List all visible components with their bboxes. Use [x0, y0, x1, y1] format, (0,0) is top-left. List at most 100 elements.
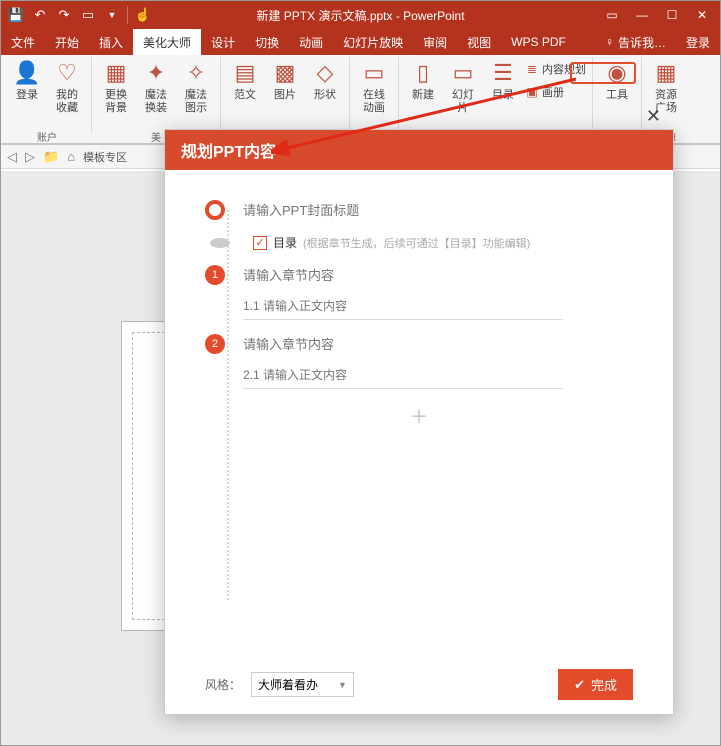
- login-button[interactable]: 👤 登录: [7, 57, 47, 104]
- style-label: 风格：: [205, 676, 241, 693]
- separator: [349, 57, 350, 132]
- background-icon: ▦: [102, 59, 130, 87]
- menu-bar: 文件 开始 插入 美化大师 设计 切换 动画 幻灯片放映 审阅 视图 WPS P…: [1, 29, 720, 55]
- shape-label: 形状: [314, 89, 336, 102]
- picture-icon: ▩: [271, 59, 299, 87]
- tab-home[interactable]: 开始: [45, 29, 89, 55]
- login-link[interactable]: 登录: [676, 29, 720, 55]
- quick-access-toolbar: 💾 ↶ ↷ ▭ ▼ ☝: [1, 6, 158, 24]
- section-2-row: 2: [205, 334, 633, 354]
- list-icon: ☰: [489, 59, 517, 87]
- cover-title-input[interactable]: [243, 203, 583, 218]
- album-button[interactable]: ▣画册: [525, 82, 586, 102]
- toc-note: (根据章节生成，后续可通过【目录】功能编辑): [303, 235, 530, 251]
- online-anim-button[interactable]: ▭在线 动画: [354, 57, 394, 117]
- new-label: 新建: [412, 89, 434, 102]
- slide-button[interactable]: ▭幻灯 片: [443, 57, 483, 117]
- sparkle-icon: ✧: [182, 59, 210, 87]
- section-1-input[interactable]: [243, 268, 583, 283]
- tell-me-label: 告诉我…: [618, 34, 666, 51]
- magic2-label: 魔法 图示: [185, 89, 207, 115]
- grid-icon: ▦: [652, 59, 680, 87]
- start-from-beginning-icon[interactable]: ▭: [79, 6, 97, 24]
- lightbulb-icon: ♀: [605, 35, 614, 49]
- separator: [220, 57, 221, 132]
- close-panel-button[interactable]: ✕: [642, 102, 665, 131]
- add-section-button[interactable]: ＋: [205, 403, 633, 429]
- section-2-sub-row: [205, 368, 633, 389]
- tab-review[interactable]: 审阅: [413, 29, 457, 55]
- picture-button[interactable]: ▩ 图片: [265, 57, 305, 104]
- tab-wpspdf[interactable]: WPS PDF: [501, 29, 576, 55]
- tab-beautify[interactable]: 美化大师: [133, 29, 201, 55]
- undo-icon[interactable]: ↶: [31, 6, 49, 24]
- toc-button[interactable]: ☰目录: [483, 57, 523, 104]
- new-button[interactable]: ▯ 新建: [403, 57, 443, 104]
- panel-title: 规划PPT内容: [165, 130, 673, 170]
- window-buttons: ▭ — ☐ ✕: [594, 8, 720, 22]
- album-label: 画册: [542, 84, 564, 100]
- style-value: 大师着看办: [258, 676, 318, 693]
- forward-icon[interactable]: ▷: [25, 149, 35, 165]
- group-label-account: 账户: [7, 129, 87, 143]
- minimize-icon[interactable]: —: [634, 8, 650, 22]
- sample-doc-button[interactable]: ▤范文: [225, 57, 265, 104]
- anim-label: 在线 动画: [363, 89, 385, 115]
- tab-view[interactable]: 视图: [457, 29, 501, 55]
- shapes-icon: ◇: [311, 59, 339, 87]
- tab-transition[interactable]: 切换: [245, 29, 289, 55]
- content-plan-button[interactable]: ≣内容规划: [525, 59, 586, 79]
- section-2-sub-input[interactable]: [243, 368, 563, 389]
- chevron-down-icon: ▼: [338, 680, 347, 690]
- style-select[interactable]: 大师着看办 ▼: [251, 672, 354, 697]
- tab-insert[interactable]: 插入: [89, 29, 133, 55]
- folder-icon[interactable]: 📁: [43, 149, 59, 165]
- section-2-input[interactable]: [243, 337, 583, 352]
- separator: [592, 57, 593, 132]
- user-icon: 👤: [13, 59, 41, 87]
- check-icon: ✔: [574, 677, 585, 693]
- touch-mode-icon[interactable]: ☝: [134, 6, 152, 24]
- plan-icon: ≣: [525, 62, 539, 76]
- done-button[interactable]: ✔ 完成: [558, 669, 633, 700]
- panel-footer: 风格： 大师着看办 ▼ ✔ 完成: [165, 669, 673, 700]
- slide-icon: ▭: [449, 59, 477, 87]
- section-1-sub-input[interactable]: [243, 299, 563, 320]
- close-icon[interactable]: ✕: [694, 8, 710, 22]
- change-background-button[interactable]: ▦更换 背景: [96, 57, 136, 117]
- favorites-button[interactable]: ♡我的 收藏: [47, 57, 87, 117]
- toc-checkbox[interactable]: ✓: [253, 236, 267, 250]
- tab-design[interactable]: 设计: [201, 29, 245, 55]
- ribbon-options-icon[interactable]: ▭: [604, 8, 620, 22]
- save-icon[interactable]: 💾: [7, 6, 25, 24]
- tab-slideshow[interactable]: 幻灯片放映: [333, 29, 413, 55]
- pic-label: 图片: [274, 89, 296, 102]
- cover-row: [205, 200, 633, 220]
- login-label: 登录: [16, 89, 38, 102]
- tab-file[interactable]: 文件: [1, 29, 45, 55]
- toc-row: ✓ 目录 (根据章节生成，后续可通过【目录】功能编辑): [205, 234, 633, 251]
- tab-animation[interactable]: 动画: [289, 29, 333, 55]
- content-plan-label: 内容规划: [542, 61, 586, 77]
- maximize-icon[interactable]: ☐: [664, 8, 680, 22]
- album-icon: ▣: [525, 85, 539, 99]
- home-icon[interactable]: ⌂: [67, 149, 75, 164]
- back-icon[interactable]: ◁: [7, 149, 17, 165]
- section-1-bullet: 1: [205, 265, 225, 285]
- template-zone-button[interactable]: 模板专区: [83, 149, 127, 165]
- tools-button[interactable]: ◉工具: [597, 57, 637, 104]
- new-icon: ▯: [409, 59, 437, 87]
- qat-dropdown-icon[interactable]: ▼: [103, 6, 121, 24]
- magic-diagram-button[interactable]: ✧魔法 图示: [176, 57, 216, 117]
- wand-icon: ✦: [142, 59, 170, 87]
- shape-button[interactable]: ◇ 形状: [305, 57, 345, 104]
- animation-icon: ▭: [360, 59, 388, 87]
- tools-icon: ◉: [603, 59, 631, 87]
- tell-me[interactable]: ♀ 告诉我…: [595, 29, 676, 55]
- bg-label: 更换 背景: [105, 89, 127, 115]
- toc-label: 目录: [273, 234, 297, 251]
- redo-icon[interactable]: ↷: [55, 6, 73, 24]
- magic-theme-button[interactable]: ✦魔法 换装: [136, 57, 176, 117]
- cover-bullet-icon: [205, 200, 225, 220]
- sample-label: 范文: [234, 89, 256, 102]
